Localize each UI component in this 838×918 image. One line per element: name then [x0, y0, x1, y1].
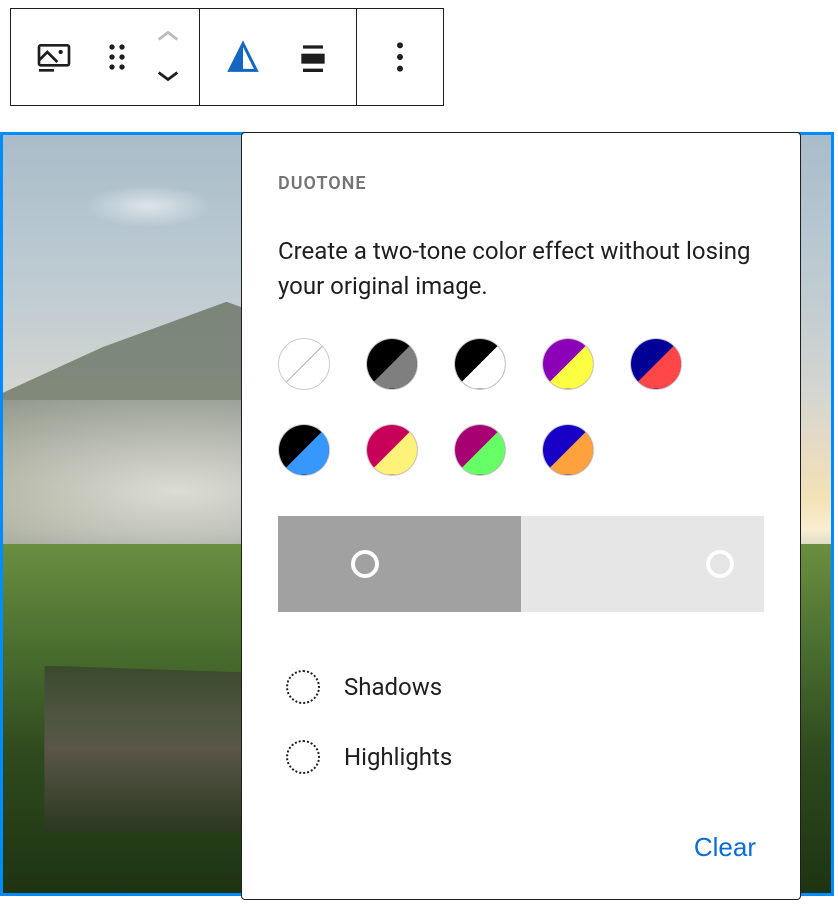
ellipsis-vertical-icon [380, 37, 420, 77]
preset-none[interactable] [278, 338, 330, 390]
duotone-gradient-bar[interactable] [278, 516, 764, 612]
toolbar-group-filters [200, 9, 357, 105]
highlights-label: Highlights [344, 743, 452, 771]
preset-midnight[interactable] [278, 424, 330, 476]
toolbar-group-more [357, 9, 443, 105]
duotone-icon [223, 37, 263, 77]
toolbar-group-block [11, 9, 200, 105]
duotone-color-pickers: Shadows Highlights [286, 652, 764, 792]
preset-dark-grayscale[interactable] [366, 338, 418, 390]
duotone-button[interactable] [208, 9, 278, 105]
gradient-shadows-half [278, 516, 521, 612]
drag-icon [97, 37, 137, 77]
preset-magenta-yellow[interactable] [366, 424, 418, 476]
align-button[interactable] [278, 9, 348, 105]
chevron-down-icon [154, 69, 182, 83]
duotone-title: Duotone [278, 173, 764, 194]
duotone-footer: Clear [278, 828, 764, 867]
shadows-color-row[interactable]: Shadows [286, 652, 764, 722]
preset-blue-red[interactable] [630, 338, 682, 390]
more-options-button[interactable] [365, 9, 435, 105]
align-icon [293, 37, 333, 77]
chevron-up-icon [154, 29, 182, 43]
preset-purple-green[interactable] [454, 424, 506, 476]
duotone-description: Create a two-tone color effect without l… [278, 234, 764, 304]
gradient-highlight-handle[interactable] [706, 550, 734, 578]
move-down-button[interactable] [154, 57, 182, 97]
highlights-color-indicator [286, 740, 320, 774]
drag-handle[interactable] [89, 9, 145, 105]
move-buttons [145, 17, 191, 97]
preset-blue-orange[interactable] [542, 424, 594, 476]
shadows-color-indicator [286, 670, 320, 704]
preset-grayscale[interactable] [454, 338, 506, 390]
image-block-icon [34, 37, 74, 77]
duotone-presets [278, 338, 764, 476]
clear-button[interactable]: Clear [686, 828, 764, 867]
duotone-popover: Duotone Create a two-tone color effect w… [241, 132, 801, 900]
gradient-shadow-handle[interactable] [351, 550, 379, 578]
shadows-label: Shadows [344, 673, 442, 701]
highlights-color-row[interactable]: Highlights [286, 722, 764, 792]
preset-purple-yellow[interactable] [542, 338, 594, 390]
block-toolbar [10, 8, 444, 106]
move-up-button[interactable] [154, 17, 182, 57]
block-type-button[interactable] [19, 9, 89, 105]
